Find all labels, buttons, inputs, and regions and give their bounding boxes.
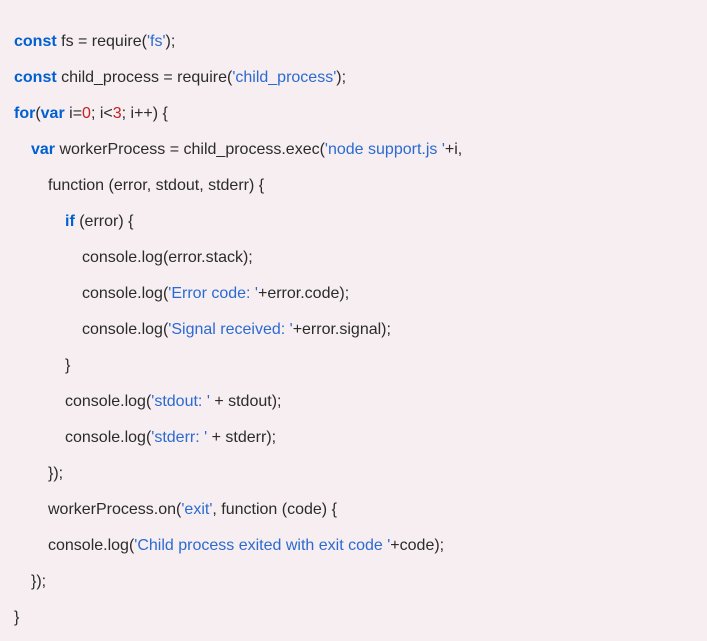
- code-text: +error.code);: [258, 285, 349, 302]
- code-text: (error) {: [75, 213, 134, 230]
- code-text: console.log(: [48, 537, 134, 554]
- code-line-16: });: [14, 564, 693, 600]
- keyword-for: for: [14, 105, 35, 122]
- keyword-const: const: [14, 69, 57, 86]
- string-literal: 'exit': [181, 501, 212, 518]
- code-text: + stdout);: [210, 393, 282, 410]
- code-text: i=: [65, 105, 82, 122]
- keyword-var: var: [31, 141, 55, 158]
- code-line-14: workerProcess.on('exit', function (code)…: [14, 492, 693, 528]
- code-line-12: console.log('stderr: ' + stderr);: [14, 420, 693, 456]
- code-line-11: console.log('stdout: ' + stdout);: [14, 384, 693, 420]
- code-text: + stderr);: [207, 429, 276, 446]
- code-text: console.log(: [65, 429, 151, 446]
- string-literal: 'node support.js ': [325, 141, 445, 158]
- code-line-6: if (error) {: [14, 204, 693, 240]
- code-text: +i,: [445, 141, 462, 158]
- code-text: workerProcess = child_process.exec(: [55, 141, 325, 158]
- code-text: fs = require(: [57, 33, 147, 50]
- code-text: ; i++) {: [122, 105, 168, 122]
- keyword-var: var: [41, 105, 65, 122]
- code-line-15: console.log('Child process exited with e…: [14, 528, 693, 564]
- code-text: console.log(: [65, 393, 151, 410]
- code-line-4: var workerProcess = child_process.exec('…: [14, 132, 693, 168]
- string-literal: 'stdout: ': [151, 393, 210, 410]
- number-literal: 0: [82, 105, 91, 122]
- code-line-8: console.log('Error code: '+error.code);: [14, 276, 693, 312]
- code-line-10: }: [14, 348, 693, 384]
- number-literal: 3: [113, 105, 122, 122]
- code-text: );: [336, 69, 346, 86]
- string-literal: 'Child process exited with exit code ': [134, 537, 390, 554]
- code-block: const fs = require('fs'); const child_pr…: [14, 24, 693, 636]
- code-text: console.log(: [82, 321, 168, 338]
- code-line-1: const fs = require('fs');: [14, 24, 693, 60]
- code-line-7: console.log(error.stack);: [14, 240, 693, 276]
- keyword-const: const: [14, 33, 57, 50]
- code-line-2: const child_process = require('child_pro…: [14, 60, 693, 96]
- code-text: console.log(: [82, 285, 168, 302]
- code-line-17: }: [14, 600, 693, 636]
- keyword-if: if: [65, 213, 75, 230]
- string-literal: 'Signal received: ': [168, 321, 292, 338]
- code-text: +error.signal);: [293, 321, 391, 338]
- code-line-5: function (error, stdout, stderr) {: [14, 168, 693, 204]
- code-text: );: [166, 33, 176, 50]
- string-literal: 'fs': [147, 33, 166, 50]
- code-text: function (error, stdout, stderr) {: [48, 177, 264, 194]
- code-text: }: [65, 357, 70, 374]
- string-literal: 'Error code: ': [168, 285, 258, 302]
- code-text: ; i<: [91, 105, 113, 122]
- code-text: , function (code) {: [212, 501, 337, 518]
- string-literal: 'stderr: ': [151, 429, 207, 446]
- string-literal: 'child_process': [232, 69, 336, 86]
- code-text: });: [48, 465, 63, 482]
- code-line-3: for(var i=0; i<3; i++) {: [14, 96, 693, 132]
- code-text: console.log(error.stack);: [82, 249, 253, 266]
- code-text: workerProcess.on(: [48, 501, 181, 518]
- code-text: }: [14, 609, 19, 626]
- code-text: child_process = require(: [57, 69, 233, 86]
- code-text: });: [31, 573, 46, 590]
- code-text: +code);: [390, 537, 444, 554]
- code-line-13: });: [14, 456, 693, 492]
- code-line-9: console.log('Signal received: '+error.si…: [14, 312, 693, 348]
